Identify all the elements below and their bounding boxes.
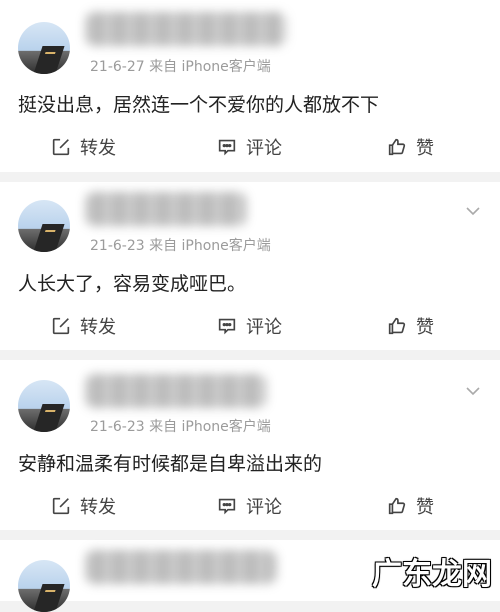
avatar-building xyxy=(33,224,65,252)
like-button[interactable]: 赞 xyxy=(386,493,434,519)
post-actions: 转发 评论 赞 xyxy=(0,313,500,343)
comment-bubble-icon xyxy=(218,318,236,335)
avatar[interactable] xyxy=(18,560,70,612)
repost-label: 转发 xyxy=(80,138,116,159)
avatar[interactable] xyxy=(18,22,70,74)
share-square-icon xyxy=(52,138,70,156)
comment-button[interactable]: 评论 xyxy=(216,313,282,339)
watermark: 广东龙网 xyxy=(372,557,492,592)
avatar-building xyxy=(33,404,65,432)
post-actions: 转发 评论 赞 xyxy=(0,134,500,164)
post-text: 挺没出息，居然连一个不爱你的人都放不下 xyxy=(18,94,380,116)
comment-bubble-icon xyxy=(218,139,236,156)
blurred-username[interactable] xyxy=(86,12,286,46)
comment-button[interactable]: 评论 xyxy=(216,134,282,160)
avatar-building xyxy=(33,584,65,612)
blurred-username[interactable] xyxy=(86,374,266,408)
post-card: 21-6-27 来自 iPhone客户端 挺没出息，居然连一个不爱你的人都放不下… xyxy=(0,0,500,172)
blurred-username[interactable] xyxy=(86,550,276,584)
post-card: 21-6-23 来自 iPhone客户端 安静和温柔有时候都是自卑溢出来的 转发… xyxy=(0,360,500,530)
blurred-username[interactable] xyxy=(86,192,246,226)
thumbs-up-icon xyxy=(388,317,406,335)
post-meta: 21-6-23 来自 iPhone客户端 xyxy=(90,238,271,254)
comment-label: 评论 xyxy=(246,497,282,518)
avatar-building xyxy=(33,46,65,74)
chevron-down-icon[interactable] xyxy=(466,206,480,216)
avatar[interactable] xyxy=(18,200,70,252)
like-button[interactable]: 赞 xyxy=(386,134,434,160)
like-label: 赞 xyxy=(416,138,434,159)
thumbs-up-icon xyxy=(388,497,406,515)
repost-label: 转发 xyxy=(80,317,116,338)
post-card: 21-6-23 来自 iPhone客户端 人长大了，容易变成哑巴。 转发 评论 … xyxy=(0,182,500,350)
repost-button[interactable]: 转发 xyxy=(50,313,116,339)
comment-label: 评论 xyxy=(246,138,282,159)
like-label: 赞 xyxy=(416,317,434,338)
comment-label: 评论 xyxy=(246,317,282,338)
like-button[interactable]: 赞 xyxy=(386,313,434,339)
avatar[interactable] xyxy=(18,380,70,432)
thumbs-up-icon xyxy=(388,138,406,156)
post-text: 安静和温柔有时候都是自卑溢出来的 xyxy=(18,453,323,475)
like-label: 赞 xyxy=(416,497,434,518)
share-square-icon xyxy=(52,497,70,515)
post-text: 人长大了，容易变成哑巴。 xyxy=(18,273,247,295)
share-square-icon xyxy=(52,317,70,335)
comment-button[interactable]: 评论 xyxy=(216,493,282,519)
repost-button[interactable]: 转发 xyxy=(50,493,116,519)
post-meta: 21-6-23 来自 iPhone客户端 xyxy=(90,419,271,435)
post-actions: 转发 评论 赞 xyxy=(0,493,500,523)
repost-label: 转发 xyxy=(80,497,116,518)
repost-button[interactable]: 转发 xyxy=(50,134,116,160)
comment-bubble-icon xyxy=(218,498,236,515)
chevron-down-icon[interactable] xyxy=(466,386,480,396)
post-meta: 21-6-27 来自 iPhone客户端 xyxy=(90,59,271,75)
